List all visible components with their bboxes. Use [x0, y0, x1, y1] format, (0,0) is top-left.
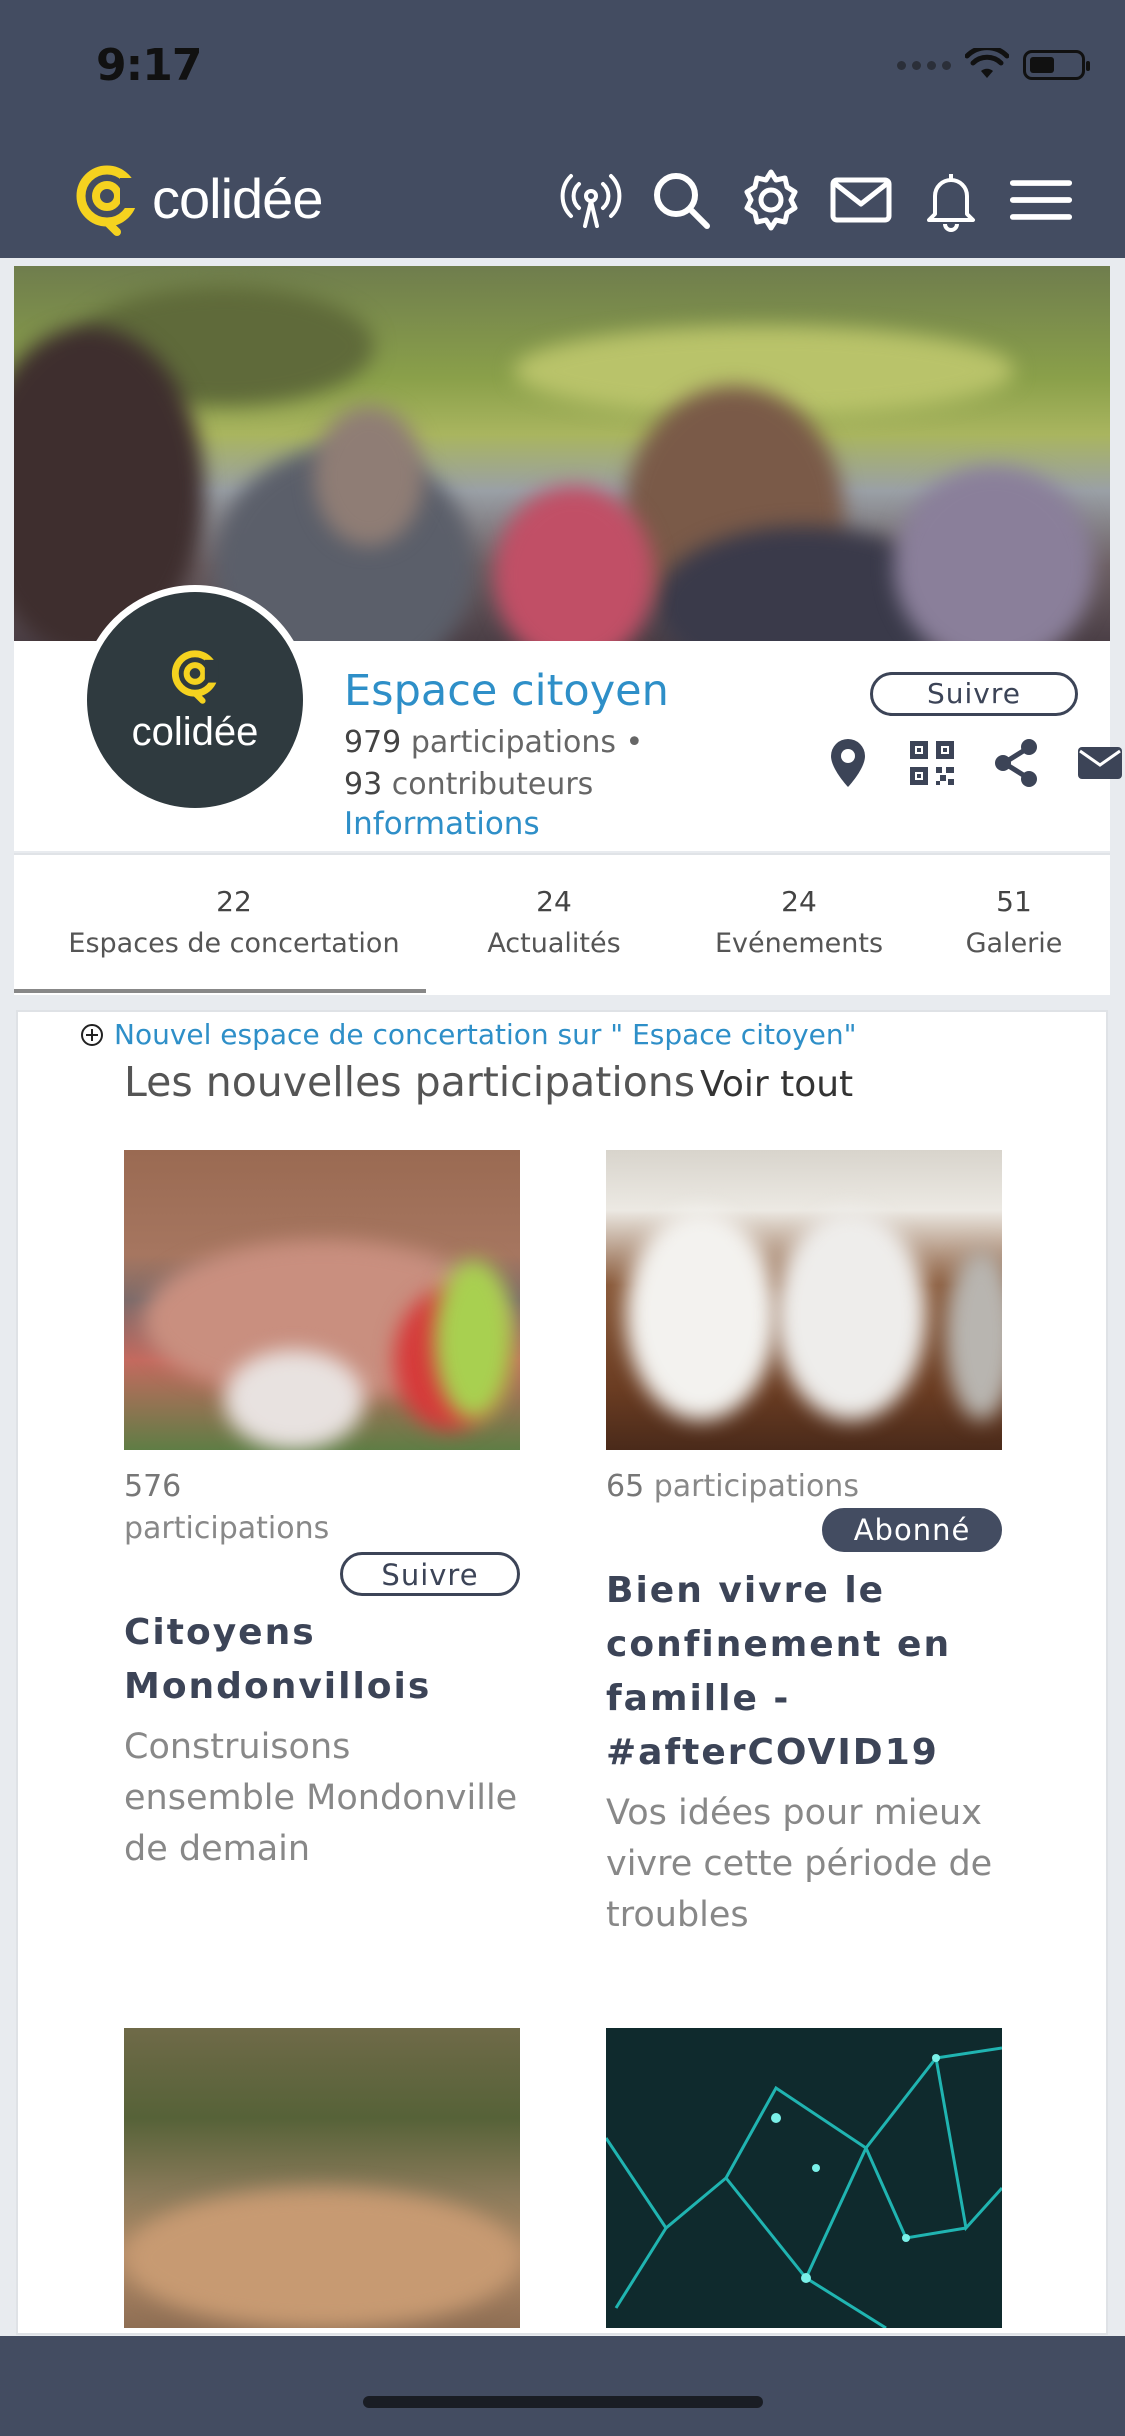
main-content: Nouvel espace de concertation sur " Espa…	[16, 1010, 1108, 2335]
tab-count: 22	[216, 885, 252, 918]
participation-card[interactable]: 576 participations Suivre Citoyens Mondo…	[124, 1150, 520, 1875]
participations-count: 979	[344, 725, 402, 760]
tab-bar: 22 Espaces de concertation 24 Actualités…	[14, 853, 1110, 995]
card-image	[606, 2028, 1002, 2328]
space-title: Espace citoyen	[344, 666, 669, 716]
tab-label: Evénements	[714, 928, 884, 959]
broadcast-icon[interactable]	[559, 168, 623, 232]
card-count-value: 576	[124, 1469, 182, 1504]
participation-card[interactable]	[606, 2028, 1002, 2328]
follow-button[interactable]: Suivre	[870, 672, 1078, 716]
status-time: 9:17	[96, 40, 202, 91]
plus-circle-icon	[81, 1023, 103, 1046]
card-count-label: participations	[124, 1511, 330, 1546]
card-image	[606, 1150, 1002, 1450]
card-participations: 576 participations	[124, 1466, 520, 1550]
location-icon[interactable]	[820, 735, 876, 791]
colidee-logo-icon	[76, 165, 138, 236]
search-icon[interactable]	[649, 168, 713, 232]
tab-espaces[interactable]: 22 Espaces de concertation	[54, 885, 414, 959]
status-icons	[897, 48, 1090, 82]
card-count-label: participations	[653, 1469, 859, 1504]
network-graphic	[606, 2046, 1002, 2328]
tab-count: 24	[781, 885, 817, 918]
wifi-icon	[965, 48, 1009, 78]
new-space-label: Nouvel espace de concertation sur " Espa…	[114, 1018, 857, 1051]
app-name: colidée	[152, 166, 323, 230]
cover-image	[14, 266, 1110, 641]
tab-count: 51	[996, 885, 1032, 918]
card-subscribed-button[interactable]: Abonné	[822, 1508, 1002, 1552]
tab-label: Espaces de concertation	[68, 928, 400, 959]
card-title: Citoyens Mondonvillois	[124, 1612, 432, 1707]
battery-icon	[1023, 50, 1090, 80]
home-indicator[interactable]	[363, 2396, 763, 2408]
new-space-link[interactable]: Nouvel espace de concertation sur " Espa…	[80, 1018, 857, 1051]
participation-card[interactable]	[124, 2028, 520, 2328]
card-follow-button[interactable]: Suivre	[340, 1552, 520, 1596]
card-count-value: 65	[606, 1469, 645, 1504]
card-description: Construisons ensemble Mondonville de dem…	[124, 1727, 518, 1869]
bell-icon[interactable]	[919, 168, 983, 232]
email-icon[interactable]	[1072, 735, 1125, 791]
tab-actualites[interactable]: 24 Actualités	[454, 885, 654, 959]
contributors-count: 93	[344, 767, 383, 802]
qr-code-icon[interactable]	[904, 735, 960, 791]
contributors-label: contributeurs	[391, 767, 594, 802]
app-header: colidée	[0, 150, 1125, 250]
participation-card[interactable]: 65 participations Abonné Bien vivre le c…	[606, 1150, 1002, 1941]
tab-count: 24	[536, 885, 572, 918]
card-title: Bien vivre le confinement en famille - #…	[606, 1570, 952, 1773]
card-image	[124, 1150, 520, 1450]
app-logo[interactable]: colidée	[74, 160, 323, 236]
avatar-label: colidée	[131, 709, 259, 754]
tab-label: Actualités	[487, 928, 621, 959]
space-stats: 979 participations • 93 contributeurs	[344, 722, 643, 806]
tab-label: Galerie	[965, 928, 1063, 959]
bottom-bar	[0, 2336, 1125, 2436]
see-all-link[interactable]: Voir tout	[700, 1064, 853, 1105]
card-image	[124, 2028, 520, 2328]
mail-icon[interactable]	[829, 168, 893, 232]
tab-evenements[interactable]: 24 Evénements	[694, 885, 904, 959]
card-description: Vos idées pour mieux vivre cette période…	[606, 1793, 993, 1935]
colidee-logo-icon	[171, 649, 219, 704]
active-tab-indicator	[14, 989, 426, 993]
signal-icon	[897, 60, 951, 70]
tab-galerie[interactable]: 51 Galerie	[944, 885, 1084, 959]
share-icon[interactable]	[988, 735, 1044, 791]
card-participations: 65 participations	[606, 1466, 1002, 1508]
informations-link[interactable]: Informations	[344, 806, 540, 842]
space-avatar: colidée	[80, 585, 310, 815]
menu-icon[interactable]	[1009, 168, 1073, 232]
section-title: Les nouvelles participations	[124, 1058, 696, 1106]
participations-label: participations •	[410, 725, 644, 760]
gear-icon[interactable]	[739, 168, 803, 232]
